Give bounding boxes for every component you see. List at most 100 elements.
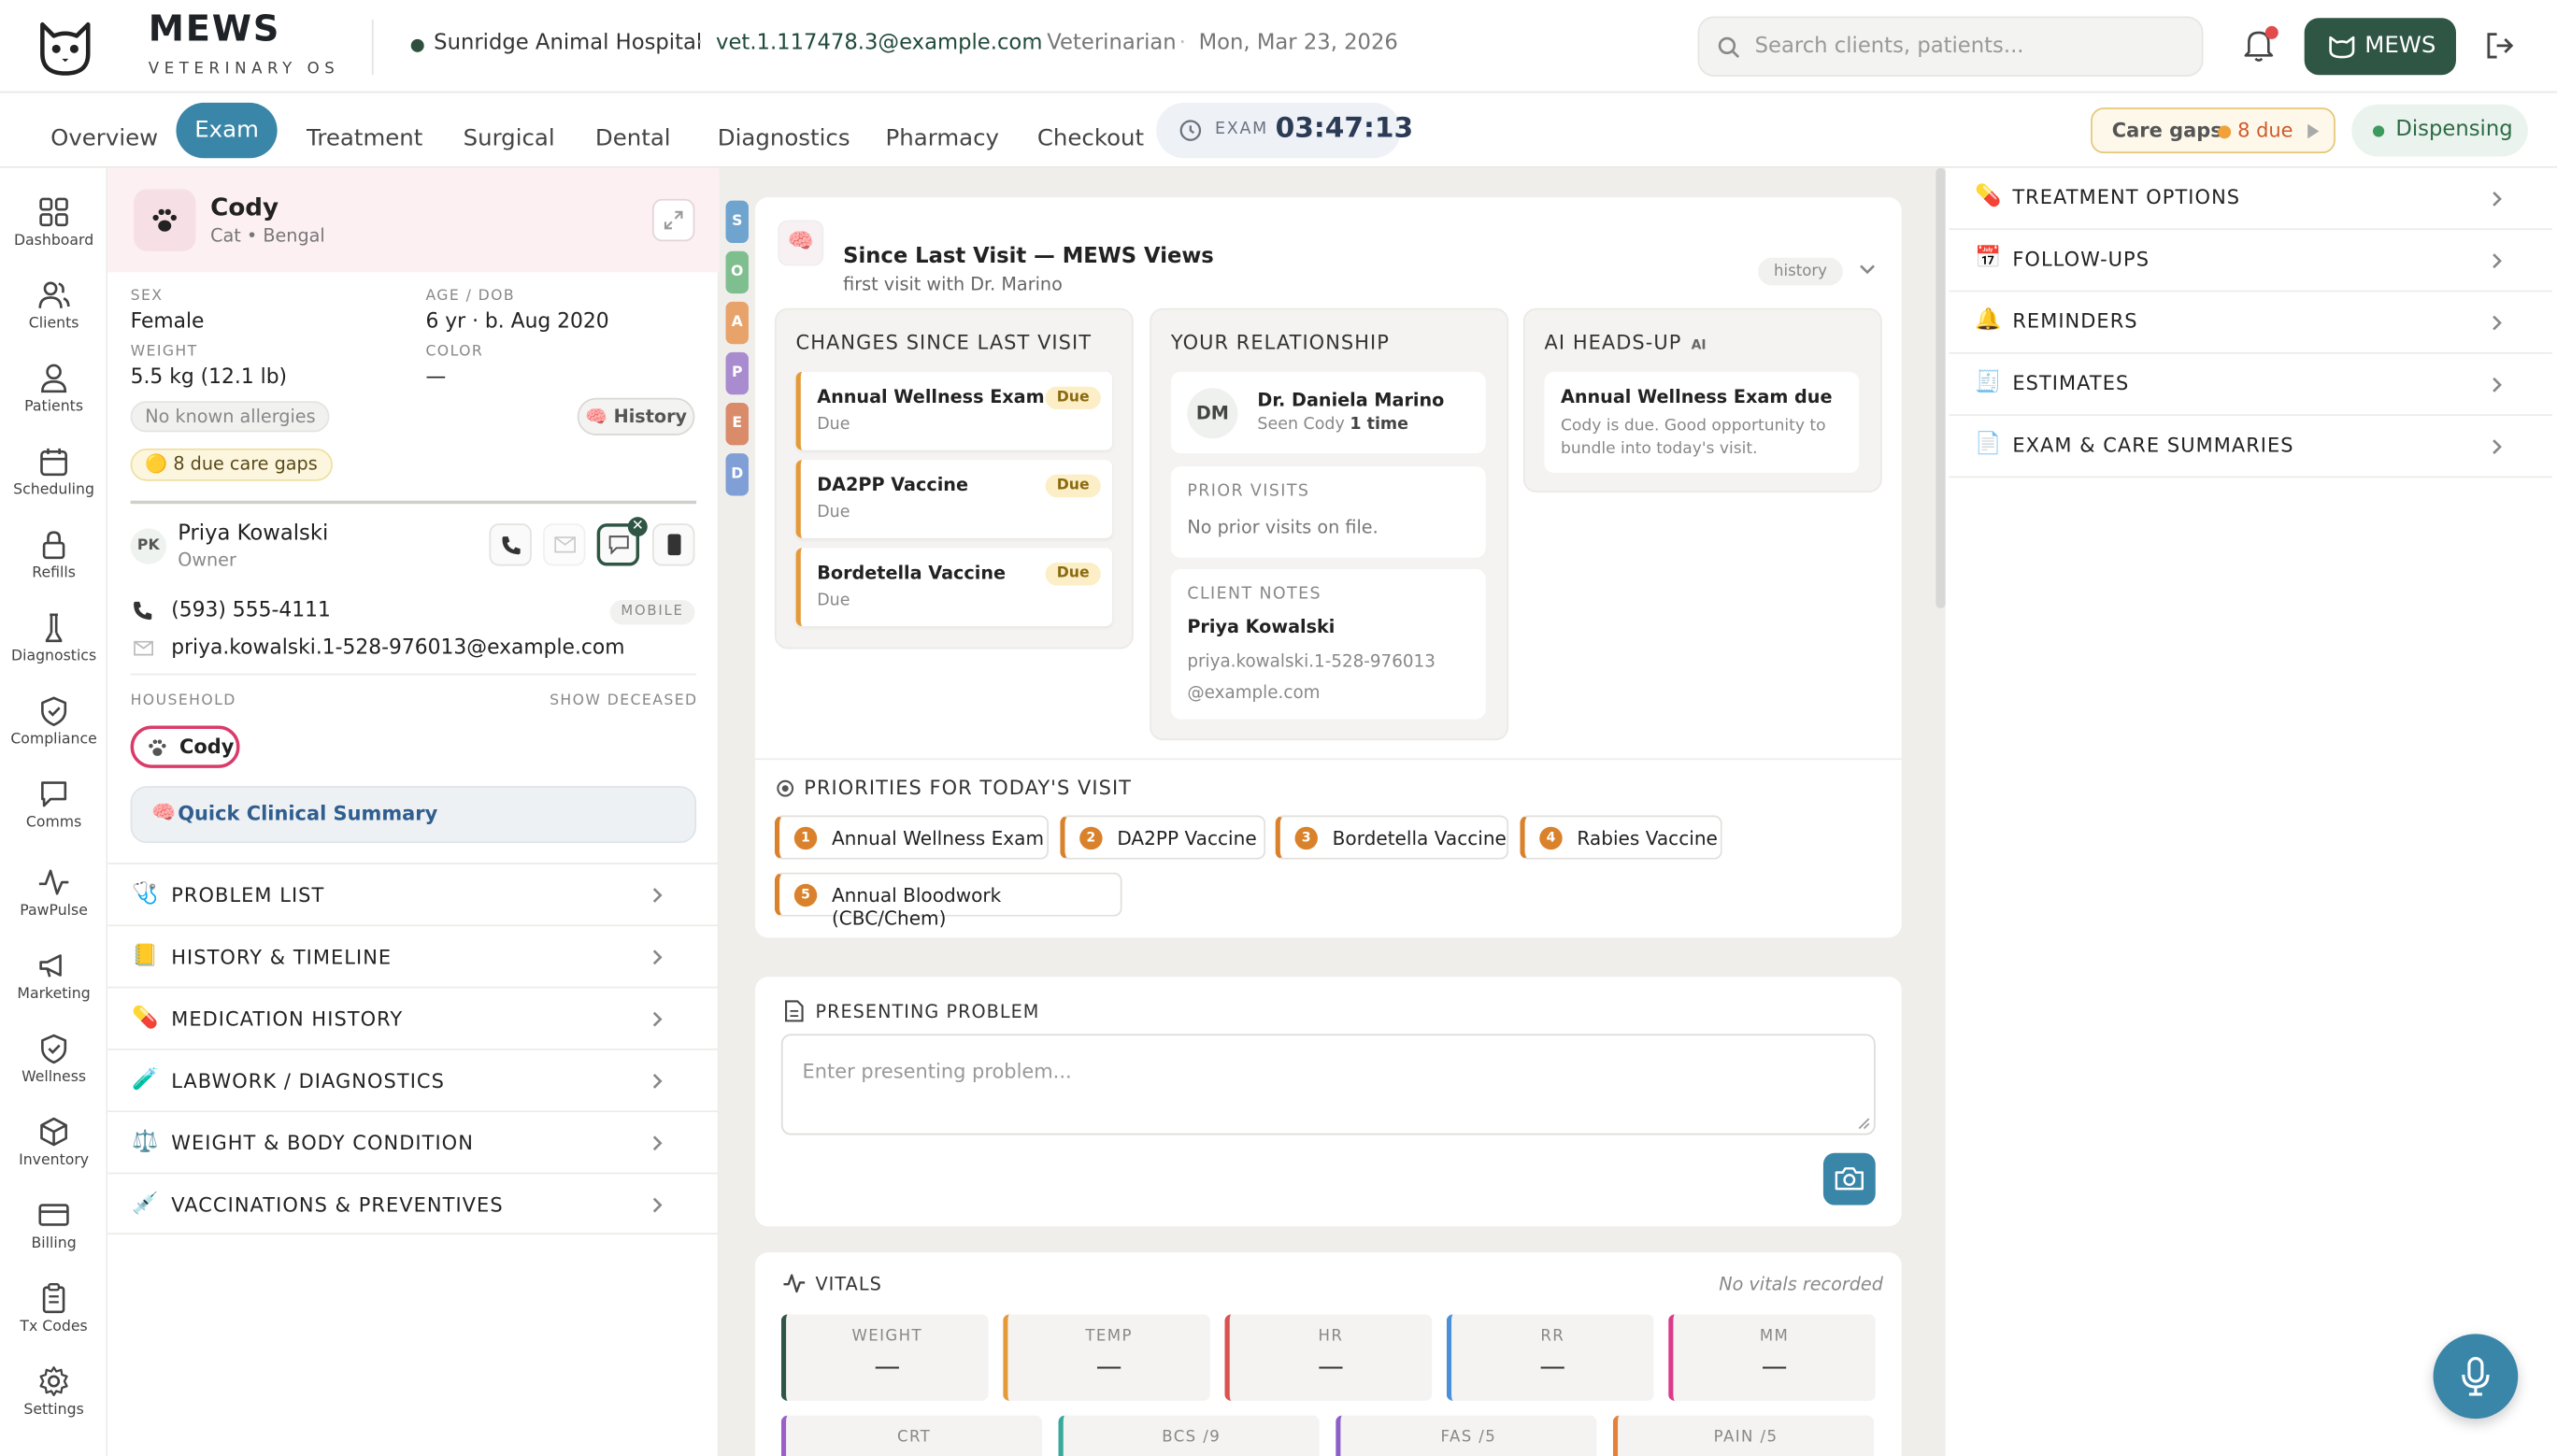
nav-label: Clients [28, 316, 79, 333]
vital-mm[interactable]: MM — [1668, 1314, 1876, 1401]
household-pet-chip[interactable]: Cody [130, 725, 240, 768]
tab-diagnostics[interactable]: Diagnostics [718, 111, 850, 166]
care-gaps-chip[interactable]: 🟡 8 due care gaps [130, 448, 333, 481]
soap-tab-a[interactable]: A [725, 301, 749, 345]
vital-crt[interactable]: CRT [780, 1415, 1043, 1456]
email-button[interactable] [543, 523, 586, 566]
chevron-down-icon[interactable] [1859, 264, 1875, 276]
section-vaccinations[interactable]: 💉 VACCINATIONS & PREVENTIVES [107, 1172, 720, 1235]
expand-button[interactable] [652, 198, 695, 242]
clipboard-icon [42, 1283, 65, 1314]
vital-label: BCS /9 [1162, 1428, 1221, 1447]
nav-tx-codes[interactable]: Tx Codes [0, 1282, 107, 1361]
household-label: HOUSEHOLD [130, 692, 236, 710]
care-gaps-button[interactable]: Care gaps 8 due [2091, 107, 2336, 154]
nav-marketing[interactable]: Marketing [0, 949, 107, 1028]
soap-tab-o[interactable]: O [725, 250, 749, 294]
section-reminders[interactable]: 🔔 REMINDERS [1949, 292, 2552, 354]
section-treatment-options[interactable]: 💊 TREATMENT OPTIONS [1949, 168, 2552, 231]
global-search-input[interactable]: Search clients, patients... [1697, 16, 2204, 78]
section-problem-list[interactable]: 🩺 PROBLEM LIST [107, 863, 720, 924]
nav-clients[interactable]: Clients [0, 278, 107, 357]
change-item[interactable]: DA2PP Vaccine Due Due [795, 460, 1113, 538]
chevron-right-icon [2493, 439, 2502, 455]
tab-pharmacy[interactable]: Pharmacy [886, 111, 999, 166]
presenting-problem-textarea[interactable]: Enter presenting problem... [780, 1034, 1876, 1135]
priority-chip[interactable]: 4 Rabies Vaccine [1520, 815, 1722, 860]
vital-bcs[interactable]: BCS /9 [1058, 1415, 1320, 1456]
megaphone-icon [39, 954, 62, 978]
soap-tab-e[interactable]: E [725, 403, 749, 446]
workspace-scrollbar[interactable] [1936, 167, 1946, 608]
nav-settings[interactable]: Settings [0, 1365, 107, 1444]
nav-comms[interactable]: Comms [0, 778, 107, 856]
mobile-button[interactable] [652, 523, 695, 566]
ai-suggestion-card[interactable]: Annual Wellness Exam due Cody is due. Go… [1544, 371, 1860, 474]
section-label: ESTIMATES [2012, 371, 2130, 395]
nav-compliance[interactable]: Compliance [0, 694, 107, 773]
nav-refills[interactable]: Refills [0, 528, 107, 607]
mews-button[interactable]: MEWS [2304, 18, 2456, 76]
nav-inventory[interactable]: Inventory [0, 1116, 107, 1194]
cat-logo-icon[interactable] [33, 15, 98, 80]
resize-handle-icon[interactable] [1858, 1117, 1871, 1130]
owner-email[interactable]: priya.kowalski.1-528-976013@example.com [171, 635, 624, 659]
header-separator: · [1027, 31, 1035, 56]
priority-chip[interactable]: 2 DA2PP Vaccine [1060, 815, 1266, 860]
section-weight-body-condition[interactable]: ⚖️ WEIGHT & BODY CONDITION [107, 1110, 720, 1172]
soap-tab-d[interactable]: D [725, 453, 749, 496]
vital-fas[interactable]: FAS /5 [1336, 1415, 1597, 1456]
ai-title: AI HEADS-UP [1544, 331, 1682, 354]
vital-label: CRT [896, 1428, 932, 1447]
nav-dashboard[interactable]: Dashboard [0, 195, 107, 274]
dashboard-icon [39, 197, 68, 227]
vital-hr[interactable]: HR — [1224, 1314, 1433, 1401]
owner-name[interactable]: Priya Kowalski [178, 521, 328, 546]
soap-tab-p[interactable]: P [725, 351, 749, 395]
nav-scheduling[interactable]: Scheduling [0, 445, 107, 523]
section-exam-care-summaries[interactable]: 📄 EXAM & CARE SUMMARIES [1949, 416, 2552, 478]
nav-billing[interactable]: Billing [0, 1199, 107, 1278]
history-button[interactable]: 🧠 History [577, 397, 695, 435]
section-medication-history[interactable]: 💊 MEDICATION HISTORY [107, 986, 720, 1049]
section-history-timeline[interactable]: 📒 HISTORY & TIMELINE [107, 924, 720, 986]
change-item[interactable]: Bordetella Vaccine Due Due [795, 548, 1113, 627]
tab-overview[interactable]: Overview [50, 111, 158, 166]
nav-pawpulse[interactable]: PawPulse [0, 866, 107, 945]
vital-rr[interactable]: RR — [1446, 1314, 1654, 1401]
soap-tab-s[interactable]: S [725, 200, 749, 244]
ai-item-title: Annual Wellness Exam due [1560, 386, 1833, 408]
vital-pain[interactable]: PAIN /5 [1612, 1415, 1875, 1456]
card-icon [38, 1204, 69, 1226]
section-estimates[interactable]: 🧾 ESTIMATES [1949, 354, 2552, 416]
priority-label: DA2PP Vaccine [1117, 826, 1257, 850]
logout-icon[interactable] [2484, 29, 2517, 62]
call-button[interactable] [489, 523, 532, 566]
nav-patients[interactable]: Patients [0, 362, 107, 440]
vital-weight[interactable]: WEIGHT — [780, 1314, 989, 1401]
section-follow-ups[interactable]: 📅 FOLLOW-UPS [1949, 230, 2552, 293]
tab-checkout[interactable]: Checkout [1037, 111, 1144, 166]
vital-temp[interactable]: TEMP — [1003, 1314, 1210, 1401]
nav-diagnostics[interactable]: Diagnostics [0, 611, 107, 690]
show-deceased-toggle[interactable]: SHOW DECEASED [550, 693, 697, 709]
section-labwork[interactable]: 🧪 LABWORK / DIAGNOSTICS [107, 1049, 720, 1110]
tab-exam[interactable]: Exam [176, 102, 278, 159]
chevron-right-icon [652, 1197, 663, 1213]
nav-wellness[interactable]: Wellness [0, 1033, 107, 1111]
tab-dental[interactable]: Dental [595, 111, 671, 166]
priority-chip[interactable]: 3 Bordetella Vaccine [1275, 815, 1509, 860]
tab-treatment[interactable]: Treatment [307, 111, 422, 166]
tab-surgical[interactable]: Surgical [464, 111, 555, 166]
priority-chip[interactable]: 5 Annual Bloodwork (CBC/Chem) [774, 872, 1122, 930]
quick-clinical-summary-button[interactable]: 🧠 Quick Clinical Summary [130, 786, 697, 844]
dispensing-status[interactable]: Dispensing [2351, 104, 2528, 157]
priority-chip[interactable]: 1 Annual Wellness Exam [774, 815, 1050, 860]
camera-button[interactable] [1822, 1152, 1876, 1206]
presenting-problem-placeholder: Enter presenting problem... [802, 1060, 1072, 1083]
section-label: REMINDERS [2012, 309, 2138, 333]
change-item[interactable]: Annual Wellness Exam Due Due [795, 371, 1113, 450]
since-last-visit-title: Since Last Visit — MEWS Views [843, 244, 1214, 269]
voice-dictation-button[interactable] [2433, 1334, 2519, 1420]
owner-phone[interactable]: (593) 555-4111 [171, 597, 331, 621]
